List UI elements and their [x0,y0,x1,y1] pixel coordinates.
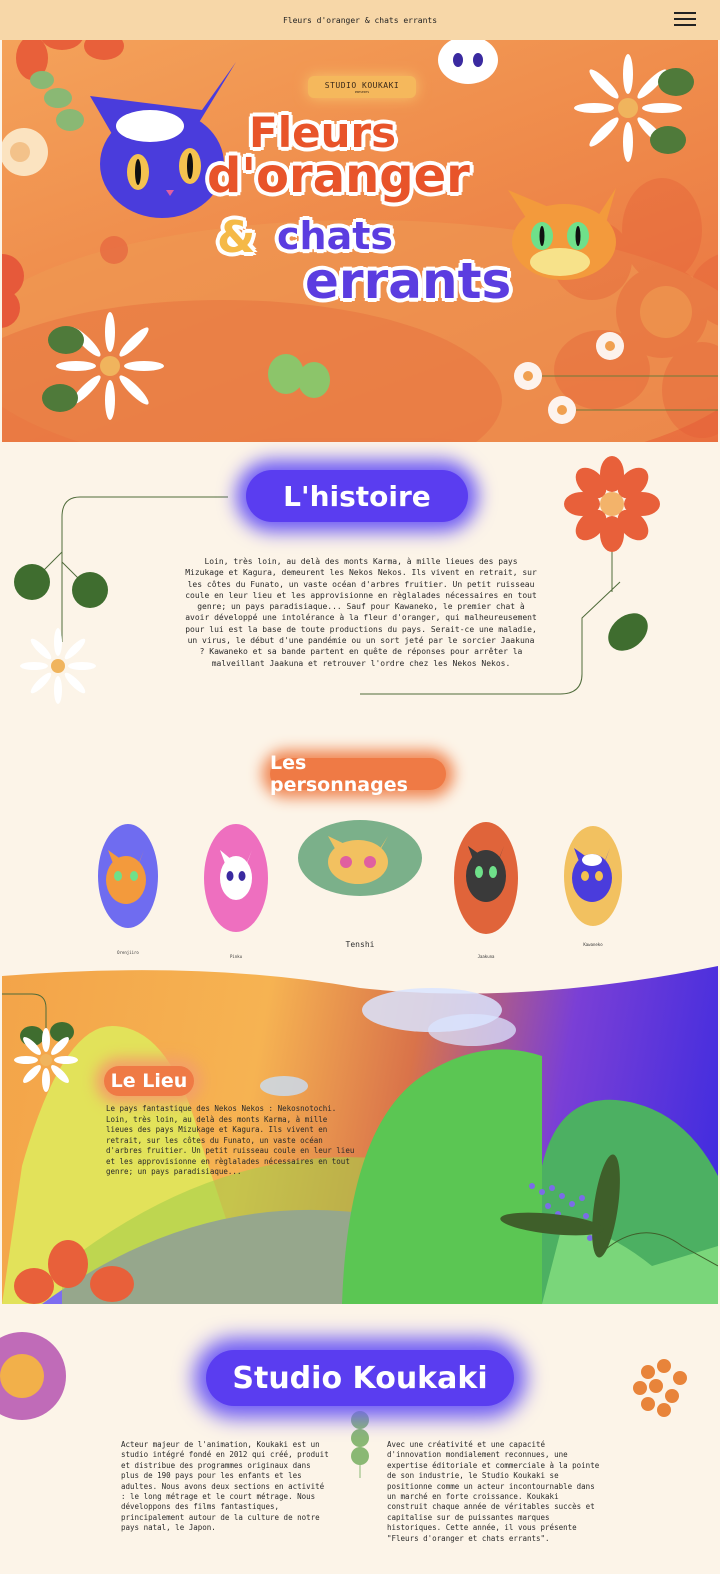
characters-carousel[interactable]: Orenjiiro Pinku Tenshi Jaakuna Kawaneko [0,816,720,966]
red-flower-icon [564,456,660,552]
white-cat-icon [438,40,498,84]
purple-flower-icon [0,1332,66,1420]
studio-presents-badge: STUDIO KOUKAKI PRESENTS [308,76,416,98]
site-title[interactable]: Fleurs d'oranger & chats errants [283,16,437,25]
character-card[interactable]: Orenjiiro [96,824,160,964]
daisy-icon [14,1028,78,1092]
movie-logo: Fleurs d'oranger & chats errants [207,108,512,310]
character-card[interactable]: Tenshi [296,818,424,958]
studio-text-right: Avec une créativité et une capacité d'in… [387,1440,600,1543]
character-card[interactable]: Kawaneko [562,824,624,964]
leaf-icon [608,613,648,651]
character-card[interactable]: Pinku [202,822,270,962]
leaf-icon [72,572,108,608]
pale-flower-icon [2,128,48,176]
character-card[interactable]: Jaakuna [452,820,520,960]
cloud-icon [260,1076,308,1096]
orange-flowers-icon [633,1359,687,1417]
daisy-icon [20,628,96,704]
red-flower-icon [16,40,124,80]
leaf-icon [14,564,50,600]
leaf-icon [50,1022,74,1042]
character-name: Tenshi [345,940,375,949]
hero-banner: STUDIO KOUKAKI PRESENTS Fleurs d'oranger… [2,40,718,442]
place-title: Le Lieu [104,1066,194,1096]
story-title: L'histoire [246,470,468,522]
character-name: Kawaneko [583,942,603,947]
character-name: Jaakuna [477,954,495,959]
stem-leaves-icon [30,71,84,131]
studio-title: Studio Koukaki [206,1350,514,1406]
story-text: Loin, très loin, au delà des monts Karma… [185,557,537,668]
character-name: Orenjiiro [117,950,139,955]
studio-text-left: Acteur majeur de l'animation, Koukaki es… [121,1440,329,1533]
place-text: Le pays fantastique des Nekos Nekos : Ne… [106,1104,355,1176]
character-name: Pinku [229,954,243,959]
top-bar: Fleurs d'oranger & chats errants [0,0,720,40]
characters-title: Les personnages [270,752,446,796]
leaf-icon [268,354,330,398]
hamburger-menu-icon[interactable] [674,12,696,28]
cloud-icon [428,1014,516,1046]
stem-leaves-icon [351,1411,369,1478]
